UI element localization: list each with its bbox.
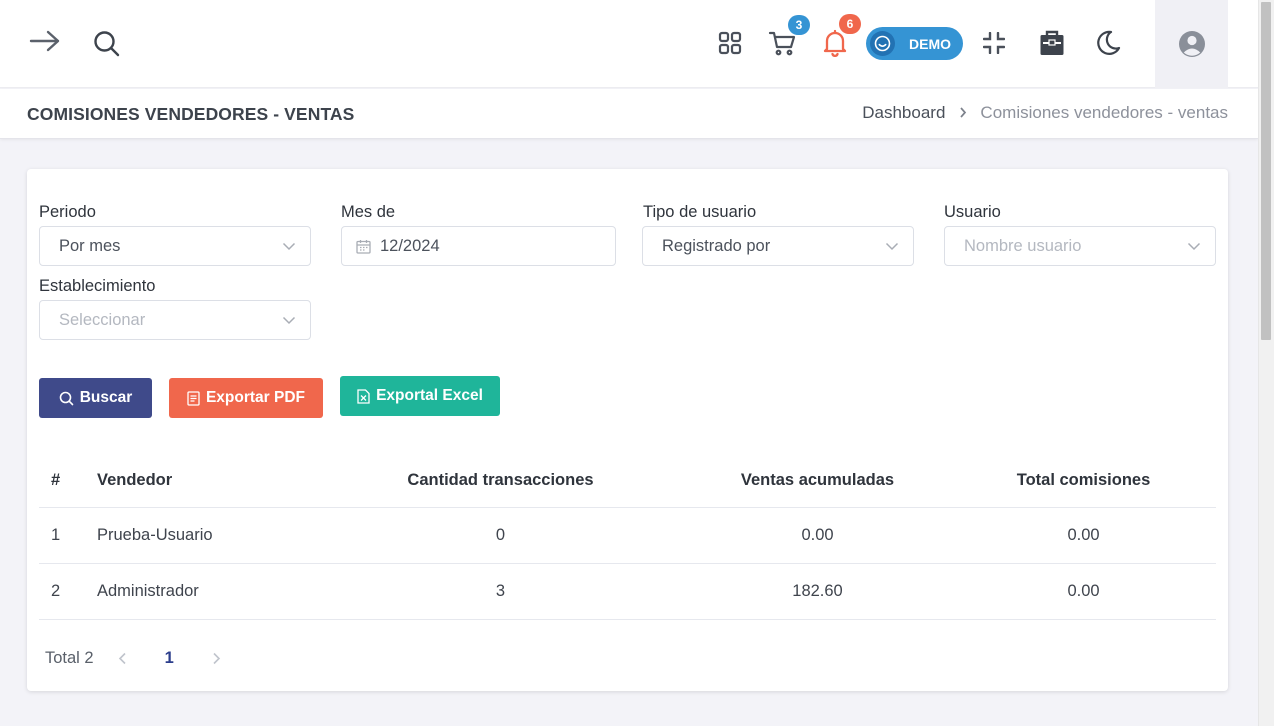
calendar-icon — [356, 239, 371, 254]
chevron-right-icon — [959, 105, 967, 121]
user-avatar-icon — [1178, 30, 1206, 58]
top-navbar: 3 6 DEMO — [0, 0, 1258, 88]
chevron-down-icon — [1187, 239, 1201, 258]
moon-icon[interactable] — [1096, 29, 1122, 57]
pagination: Total 2 1 — [45, 649, 221, 668]
report-card: Periodo Mes de Tipo de usuario Usuario P… — [27, 169, 1228, 691]
usuario-placeholder: Nombre usuario — [964, 236, 1082, 255]
table-header-row: # Vendedor Cantidad transacciones Ventas… — [39, 454, 1216, 508]
table-row: 2 Administrador 3 182.60 0.00 — [39, 563, 1216, 620]
row-ventas: 0.00 — [684, 507, 951, 564]
col-comisiones: Total comisiones — [951, 454, 1216, 508]
cart-icon[interactable]: 3 — [768, 15, 810, 57]
chevron-down-icon — [885, 239, 899, 258]
mes-value: 12/2024 — [380, 236, 440, 255]
table-row: 1 Prueba-Usuario 0 0.00 0.00 — [39, 507, 1216, 564]
page-header: COMISIONES VENDEDORES - VENTAS Dashboard… — [0, 89, 1258, 139]
breadcrumb-current: Comisiones vendedores - ventas — [980, 103, 1228, 122]
notification-count-badge: 6 — [839, 14, 861, 34]
usuario-select[interactable]: Nombre usuario — [944, 226, 1216, 266]
export-excel-label: Exportal Excel — [376, 387, 483, 404]
commissions-table: # Vendedor Cantidad transacciones Ventas… — [39, 454, 1216, 620]
row-number: 2 — [39, 563, 97, 620]
row-comisiones: 0.00 — [951, 563, 1216, 620]
search-icon — [59, 391, 74, 405]
demo-mode-toggle[interactable]: DEMO — [866, 27, 963, 60]
breadcrumb-dashboard-link[interactable]: Dashboard — [862, 103, 945, 123]
establecimiento-select[interactable]: Seleccionar — [39, 300, 311, 340]
smiley-icon — [870, 31, 895, 56]
row-cantidad: 0 — [317, 507, 684, 564]
search-button[interactable]: Buscar — [39, 378, 152, 418]
scrollbar-thumb[interactable] — [1261, 2, 1271, 340]
usuario-label: Usuario — [944, 203, 1001, 221]
pagination-total: Total 2 — [45, 649, 94, 667]
export-pdf-button[interactable]: Exportar PDF — [169, 378, 323, 418]
export-pdf-label: Exportar PDF — [205, 389, 306, 406]
row-cantidad: 3 — [317, 563, 684, 620]
chevron-down-icon — [282, 313, 296, 332]
col-number: # — [39, 454, 97, 508]
excel-file-icon — [357, 388, 370, 404]
col-ventas: Ventas acumuladas — [684, 454, 951, 508]
chevron-right-icon[interactable] — [212, 652, 221, 665]
periodo-select[interactable]: Por mes — [39, 226, 311, 266]
apps-grid-icon[interactable] — [717, 30, 743, 56]
row-vendedor: Prueba-Usuario — [97, 507, 317, 564]
demo-label: DEMO — [909, 35, 951, 52]
search-button-label: Buscar — [79, 389, 133, 406]
periodo-value: Por mes — [59, 236, 121, 255]
row-ventas: 182.60 — [684, 563, 951, 620]
row-number: 1 — [39, 507, 97, 564]
row-comisiones: 0.00 — [951, 507, 1216, 564]
chevron-left-icon[interactable] — [118, 652, 127, 665]
tipo-usuario-label: Tipo de usuario — [643, 203, 757, 221]
establecimiento-placeholder: Seleccionar — [59, 310, 146, 329]
search-icon[interactable] — [92, 29, 120, 57]
periodo-label: Periodo — [39, 203, 96, 221]
mes-date-picker[interactable]: 12/2024 — [341, 226, 616, 266]
tipo-usuario-select[interactable]: Registrado por — [642, 226, 914, 266]
chevron-down-icon — [282, 239, 296, 258]
col-cantidad: Cantidad transacciones — [317, 454, 684, 508]
export-excel-button[interactable]: Exportal Excel — [340, 376, 500, 416]
user-menu[interactable] — [1155, 0, 1228, 88]
document-icon — [187, 390, 200, 406]
mes-label: Mes de — [341, 203, 396, 221]
fullscreen-exit-icon[interactable] — [982, 31, 1006, 55]
cart-count-badge: 3 — [788, 15, 810, 35]
col-vendedor: Vendedor — [97, 454, 317, 508]
menu-arrow-icon[interactable] — [29, 28, 61, 54]
page-title: COMISIONES VENDEDORES - VENTAS — [27, 104, 355, 124]
breadcrumb: Dashboard Comisiones vendedores - ventas — [862, 103, 1228, 123]
store-icon[interactable] — [1038, 29, 1065, 57]
establecimiento-label: Establecimiento — [39, 277, 156, 295]
pagination-page-current[interactable]: 1 — [165, 649, 174, 668]
row-vendedor: Administrador — [97, 563, 317, 620]
bell-icon[interactable]: 6 — [821, 14, 861, 58]
tipo-usuario-value: Registrado por — [662, 236, 771, 255]
